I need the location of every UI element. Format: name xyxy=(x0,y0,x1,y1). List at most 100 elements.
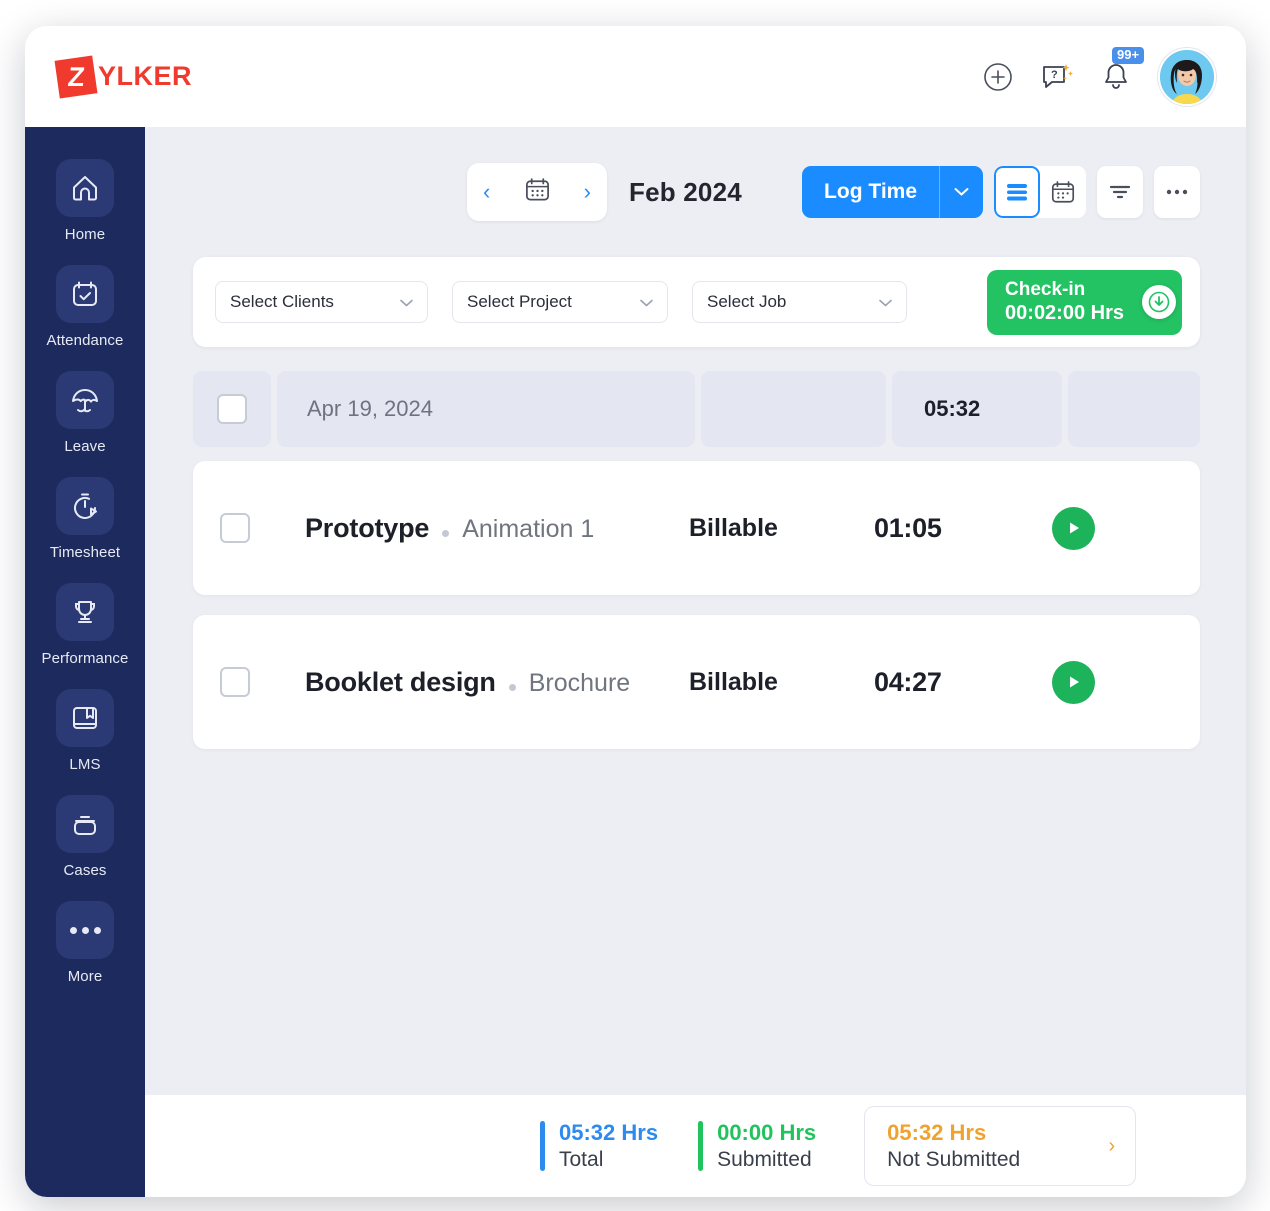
logo-wordmark: YLKER xyxy=(98,61,193,91)
log-time-button[interactable]: Log Time xyxy=(802,166,983,218)
row-task: Prototype Animation 1 xyxy=(277,513,689,544)
sidebar-item-leave[interactable]: Leave xyxy=(25,359,145,465)
ellipsis-icon xyxy=(56,901,114,959)
view-switcher xyxy=(994,166,1086,218)
check-in-title: Check-in xyxy=(1005,279,1086,300)
row-project-name: Animation 1 xyxy=(462,514,595,543)
row-billable-status: Billable xyxy=(689,667,778,696)
chevron-down-icon xyxy=(640,295,653,310)
home-icon xyxy=(56,159,114,217)
row-duration: 01:05 xyxy=(874,512,942,543)
submitted-value: 00:00 Hrs xyxy=(717,1120,817,1146)
not-submitted-card[interactable]: 05:32 Hrs Not Submitted › xyxy=(864,1106,1137,1186)
check-in-widget[interactable]: Check-in 00:02:00 Hrs xyxy=(987,270,1182,335)
toolbar: ‹ › Feb 2024 Log Time xyxy=(145,127,1246,257)
avatar[interactable] xyxy=(1158,47,1216,106)
select-job-dropdown[interactable]: Select Job xyxy=(692,281,907,323)
select-clients-dropdown[interactable]: Select Clients xyxy=(215,281,428,323)
checkin-arrow-icon[interactable] xyxy=(1142,285,1176,320)
sidebar-item-performance[interactable]: Performance xyxy=(25,571,145,677)
timesheet-row[interactable]: Booklet design Brochure Billable 04:27 xyxy=(193,615,1200,749)
sidebar-item-label: Cases xyxy=(63,862,107,879)
calendar-view-icon[interactable] xyxy=(1040,166,1086,218)
check-in-timer: 00:02:00 Hrs xyxy=(1005,302,1124,325)
date-group-action-cell xyxy=(1068,371,1200,447)
total-stat: 05:32 Hrs Total xyxy=(540,1119,658,1173)
not-submitted-label: Not Submitted xyxy=(887,1147,1021,1171)
notifications-bell-icon[interactable]: 99+ xyxy=(1099,46,1145,94)
row-checkbox-cell xyxy=(193,667,277,697)
row-checkbox[interactable] xyxy=(220,513,250,543)
header-actions: ? 99+ xyxy=(981,46,1216,106)
app-body: Home Attendance Leave Timesheet Performa… xyxy=(25,127,1246,1197)
sidebar-item-label: Leave xyxy=(64,438,106,455)
select-all-checkbox[interactable] xyxy=(217,394,247,424)
date-group-blank-cell xyxy=(701,371,886,447)
main-content: ‹ › Feb 2024 Log Time Select Clients Sel… xyxy=(145,127,1246,1197)
app-window: Z YLKER ? 99+ Home Attendance Leave Time… xyxy=(25,26,1246,1197)
briefcase-icon xyxy=(56,795,114,853)
toolbar-actions: Log Time xyxy=(802,166,1200,218)
sidebar-item-cases[interactable]: Cases xyxy=(25,783,145,889)
top-header: Z YLKER ? 99+ xyxy=(25,26,1246,127)
calendar-check-icon xyxy=(56,265,114,323)
sidebar-item-timesheet[interactable]: Timesheet xyxy=(25,465,145,571)
row-timer-cell xyxy=(1046,660,1200,704)
next-period-button[interactable]: › xyxy=(584,181,591,203)
chevron-right-icon[interactable]: › xyxy=(1108,1135,1115,1158)
add-circle-icon[interactable] xyxy=(981,60,1015,94)
select-project-dropdown[interactable]: Select Project xyxy=(452,281,668,323)
more-options-icon[interactable] xyxy=(1154,166,1200,218)
notification-badge: 99+ xyxy=(1112,46,1145,64)
sidebar-item-home[interactable]: Home xyxy=(25,147,145,253)
current-period-label: Feb 2024 xyxy=(629,176,742,207)
sidebar-item-label: Home xyxy=(64,226,106,243)
not-submitted-value: 05:32 Hrs xyxy=(887,1120,987,1146)
row-duration: 04:27 xyxy=(874,666,942,697)
select-project-value: Select Project xyxy=(467,292,572,311)
app-logo[interactable]: Z YLKER xyxy=(54,55,193,98)
timesheet-list: Apr 19, 2024 05:32 Prototype Animation 1… xyxy=(145,347,1246,1094)
total-label: Total xyxy=(559,1147,604,1171)
row-timer-cell xyxy=(1046,506,1200,550)
chevron-down-icon xyxy=(879,295,892,310)
timesheet-row[interactable]: Prototype Animation 1 Billable 01:05 xyxy=(193,461,1200,595)
sidebar-item-more[interactable]: More xyxy=(25,889,145,995)
summary-footer: 05:32 Hrs Total 00:00 Hrs Submitted 05:3… xyxy=(145,1094,1246,1197)
beach-umbrella-icon xyxy=(56,371,114,429)
logo-letter: Z xyxy=(66,61,86,91)
sidebar-item-label: More xyxy=(67,968,103,985)
sidebar-item-label: LMS xyxy=(69,756,101,773)
log-time-label: Log Time xyxy=(824,180,917,203)
calendar-icon[interactable] xyxy=(524,176,551,208)
sidebar-item-lms[interactable]: LMS xyxy=(25,677,145,783)
date-group-total: 05:32 xyxy=(892,371,1062,447)
sidebar-item-label: Attendance xyxy=(46,332,124,349)
play-timer-icon[interactable] xyxy=(1052,660,1095,704)
filter-bar: Select Clients Select Project Select Job xyxy=(193,257,1200,347)
select-clients-value: Select Clients xyxy=(230,292,334,311)
date-group-checkbox-cell xyxy=(193,371,271,447)
prev-period-button[interactable]: ‹ xyxy=(483,181,490,203)
sidebar-item-label: Timesheet xyxy=(49,544,121,561)
list-view-icon[interactable] xyxy=(994,166,1040,218)
separator-dot-icon xyxy=(508,683,516,691)
date-group-date: Apr 19, 2024 xyxy=(277,371,695,447)
date-group-header: Apr 19, 2024 05:32 xyxy=(193,371,1200,447)
log-time-dropdown-icon[interactable] xyxy=(939,166,983,218)
separator-dot-icon xyxy=(442,529,450,537)
submitted-accent-bar xyxy=(698,1121,704,1171)
help-chat-icon[interactable]: ? xyxy=(1040,60,1074,94)
row-project-name: Brochure xyxy=(528,668,631,697)
total-value: 05:32 Hrs xyxy=(559,1120,659,1146)
select-job-value: Select Job xyxy=(707,292,787,311)
submitted-stat: 00:00 Hrs Submitted xyxy=(698,1119,816,1173)
zylker-logo-mark: Z xyxy=(54,55,98,98)
row-checkbox[interactable] xyxy=(220,667,250,697)
play-timer-icon[interactable] xyxy=(1052,506,1095,550)
filter-icon[interactable] xyxy=(1097,166,1143,218)
trophy-icon xyxy=(56,583,114,641)
sidebar-item-attendance[interactable]: Attendance xyxy=(25,253,145,359)
row-job-name: Prototype xyxy=(305,512,430,543)
sidebar: Home Attendance Leave Timesheet Performa… xyxy=(25,127,145,1197)
